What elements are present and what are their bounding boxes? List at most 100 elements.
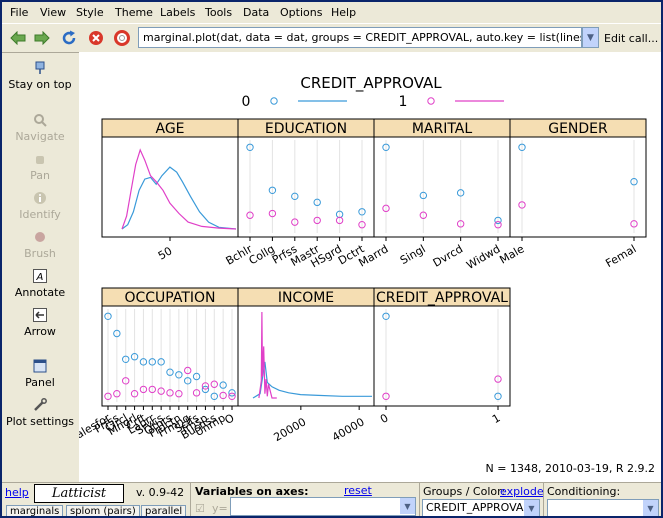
marginal-plot: CREDIT_APPROVAL 0 1 AGE50EDUCATIONBchlrC… <box>68 74 655 475</box>
menu-data[interactable]: Data <box>243 6 269 19</box>
call-input[interactable]: marginal.plot(dat, data = dat, groups = … <box>138 27 582 48</box>
legend-title: CREDIT_APPROVAL <box>300 74 442 93</box>
plot-settings-button[interactable]: Plot settings <box>2 397 78 428</box>
tick-label: O <box>222 411 236 427</box>
panel-box-age <box>101 136 239 238</box>
y-label: y= <box>212 502 228 515</box>
bottom-bar: help Latticist v. 0.9-42 marginals splom… <box>2 482 661 516</box>
panel-label: Panel <box>25 376 55 389</box>
navigate-button[interactable]: Navigate <box>2 112 78 143</box>
y-checkbox[interactable]: ☑ <box>195 502 205 515</box>
explode-link[interactable]: explode <box>500 485 544 498</box>
panel-title-credit-approval: CREDIT_APPROVAL <box>376 290 508 306</box>
menu-bar: File View Style Theme Labels Tools Data … <box>2 2 661 22</box>
svg-text:A: A <box>36 272 44 283</box>
panel-title-gender: GENDER <box>548 121 608 137</box>
conditioning-select[interactable]: ▼ <box>547 499 659 516</box>
text-icon: A <box>32 268 48 284</box>
help-link[interactable]: help <box>5 486 29 499</box>
brush-icon <box>32 229 48 245</box>
menu-help[interactable]: Help <box>331 6 356 19</box>
marginals-button[interactable]: marginals <box>6 505 64 516</box>
panel-box-education <box>237 136 375 238</box>
brush-button[interactable]: Brush <box>2 229 78 260</box>
panel-title-occupation: OCCUPATION <box>124 290 215 306</box>
chevron-down-icon: ▼ <box>524 500 539 516</box>
panel-title-education: EDUCATION <box>265 121 347 137</box>
annotate-button[interactable]: A Annotate <box>2 268 78 299</box>
arrow-button[interactable]: Arrow <box>2 307 78 338</box>
panel-button[interactable]: Panel <box>2 358 78 389</box>
legend-level-0: 0 <box>242 94 251 110</box>
forward-arrow-icon[interactable] <box>32 28 52 48</box>
groups-select-value: CREDIT_APPROVAL <box>426 501 530 514</box>
magnifier-icon <box>32 112 48 128</box>
density-line-group-0 <box>121 166 237 230</box>
stay-on-top-label: Stay on top <box>8 78 72 91</box>
annotate-label: Annotate <box>14 286 66 299</box>
separator <box>190 483 191 516</box>
panel-title-income: INCOME <box>278 290 334 306</box>
menu-theme[interactable]: Theme <box>115 6 153 19</box>
panel-icon <box>32 358 48 374</box>
tick-label: Dvrcd <box>431 242 465 269</box>
splom-button[interactable]: splom (pairs) <box>66 505 140 516</box>
parallel-button[interactable]: parallel <box>141 505 187 516</box>
plot-settings-label: Plot settings <box>5 415 75 428</box>
panel-title-marital: MARITAL <box>412 121 473 137</box>
toolbar: marginal.plot(dat, data = dat, groups = … <box>2 23 661 53</box>
tick-label: 50 <box>156 244 175 262</box>
tick-label: 0 <box>378 411 391 426</box>
chevron-down-icon: ▼ <box>400 498 415 514</box>
panel-box-gender <box>509 136 647 238</box>
lifebuoy-icon[interactable] <box>112 28 132 48</box>
groups-label: Groups / Color: <box>423 485 506 498</box>
tick-label: 20000 <box>272 415 309 444</box>
panel-box-income <box>237 305 375 407</box>
legend-level-1: 1 <box>399 94 408 110</box>
stay-on-top-button[interactable]: Stay on top <box>2 60 78 91</box>
tick-label: Widwd <box>464 242 502 272</box>
chevron-down-icon: ▼ <box>643 500 658 516</box>
tick-label: Femal <box>603 242 638 270</box>
pin-icon <box>32 60 48 76</box>
legend-point-1 <box>427 97 435 105</box>
groups-select[interactable]: CREDIT_APPROVAL ▼ <box>422 499 540 516</box>
panel-box-credit-approval <box>373 305 511 407</box>
pan-label: Pan <box>30 169 50 182</box>
reset-link[interactable]: reset <box>344 484 372 497</box>
latticist-logo: Latticist <box>34 484 124 503</box>
latticist-window: File View Style Theme Labels Tools Data … <box>2 2 661 516</box>
plot-area[interactable]: CREDIT_APPROVAL 0 1 AGE 50 EDUCATION Bchlr C… <box>68 52 661 482</box>
tick-label: 40000 <box>330 415 367 444</box>
separator <box>543 483 544 516</box>
refresh-icon[interactable] <box>59 28 79 48</box>
menu-tools[interactable]: Tools <box>205 6 232 19</box>
menu-view[interactable]: View <box>40 6 66 19</box>
arrow-icon <box>32 307 48 323</box>
info-icon <box>32 190 48 206</box>
y-variable-select[interactable]: ▼ <box>230 497 416 516</box>
menu-options[interactable]: Options <box>280 6 322 19</box>
stop-icon[interactable] <box>86 28 106 48</box>
back-arrow-icon[interactable] <box>8 28 28 48</box>
version-label: v. 0.9-42 <box>136 486 185 499</box>
tick-label: Male <box>497 242 526 266</box>
plot-footer: N = 1348, 2010-03-19, R 2.9.2 <box>486 462 655 475</box>
tick-label: 1 <box>490 411 503 426</box>
arrow-label: Arrow <box>24 325 56 338</box>
edit-call-button[interactable]: Edit call... <box>604 32 658 45</box>
legend-point-0 <box>270 97 278 105</box>
menu-file[interactable]: File <box>10 6 28 19</box>
call-dropdown-button[interactable]: ▼ <box>582 27 599 48</box>
tick-label: Singl <box>398 242 428 267</box>
menu-style[interactable]: Style <box>76 6 104 19</box>
menu-labels[interactable]: Labels <box>160 6 195 19</box>
conditioning-label: Conditioning: <box>547 485 621 498</box>
identify-button[interactable]: Identify <box>2 190 78 221</box>
tools-icon <box>32 397 48 413</box>
pan-button[interactable]: Pan <box>2 151 78 182</box>
hand-icon <box>32 151 48 167</box>
left-tool-panel: Stay on top Navigate Pan Identify Brush … <box>2 52 78 482</box>
identify-label: Identify <box>19 208 61 221</box>
